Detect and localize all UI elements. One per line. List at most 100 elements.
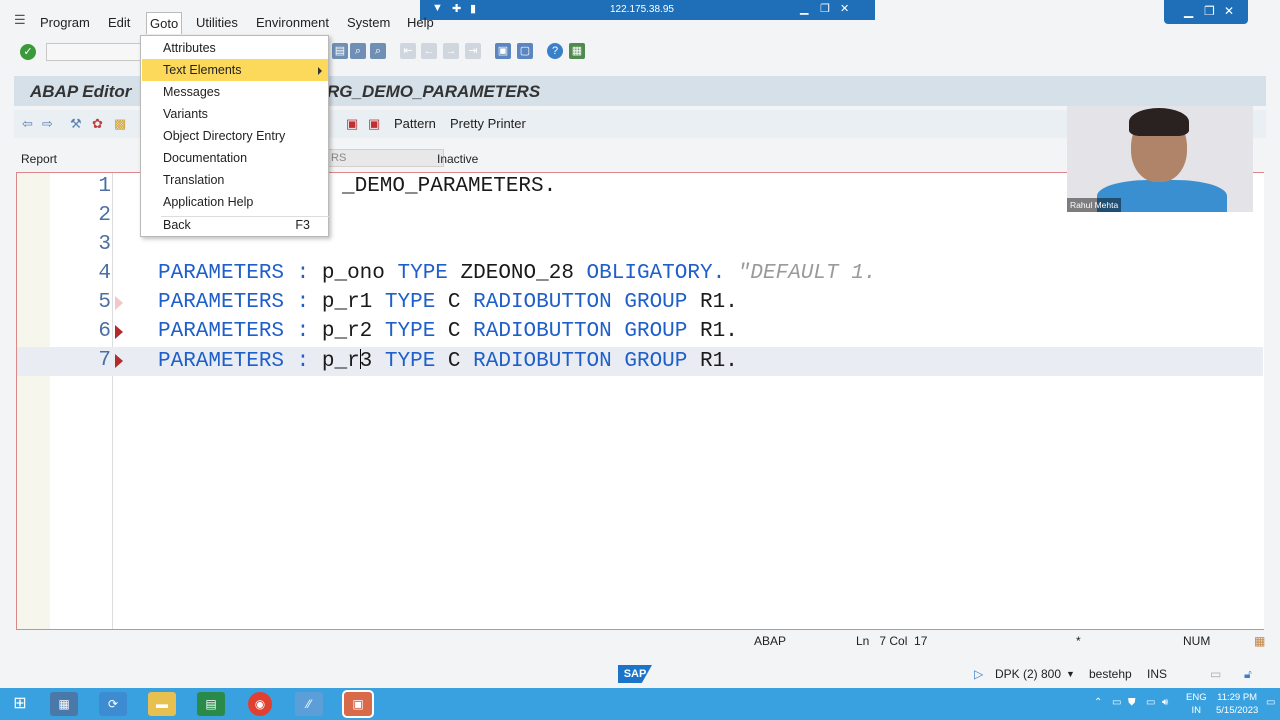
- code-editor[interactable]: 1 _DEMO_PARAMETERS. 2 3 4 PARAMETERS : p…: [16, 172, 1264, 630]
- menu-item-object-directory-entry[interactable]: Object Directory Entry: [142, 125, 328, 147]
- security-icon[interactable]: ⛊: [1128, 697, 1136, 708]
- menu-item-application-help[interactable]: Application Help: [142, 191, 328, 213]
- submenu-arrow-icon: [318, 67, 322, 75]
- sap-status-bar: SAP ▷ DPK (2) 800 ▼ bestehp INS ▭ 🔓︎: [0, 660, 1280, 688]
- menu-goto[interactable]: Goto: [146, 12, 183, 34]
- unlock-icon[interactable]: 🔓︎: [1244, 667, 1252, 682]
- code-line[interactable]: 4 PARAMETERS : p_ono TYPE ZDEONO_28 OBLI…: [17, 260, 1263, 289]
- menu-edit[interactable]: Edit: [105, 15, 133, 30]
- file-explorer-icon[interactable]: ▬: [148, 692, 176, 716]
- help-icon[interactable]: ?: [547, 43, 563, 59]
- report-label: Report: [21, 152, 58, 166]
- resize-grip-icon[interactable]: ▦: [1254, 634, 1265, 648]
- tools-icon[interactable]: ⚒: [70, 116, 82, 132]
- menu-item-messages[interactable]: Messages: [142, 81, 328, 103]
- group-name: R1.: [700, 350, 738, 373]
- sap-gui-icon[interactable]: ⁄⁄: [295, 692, 323, 716]
- first-page-icon[interactable]: ⇤: [400, 43, 416, 59]
- network-icon[interactable]: ▭: [1112, 697, 1121, 708]
- chevron-up-icon[interactable]: ⌃: [1094, 697, 1102, 708]
- editor-status-line: ABAP Ln 7 Col 17 * NUM ▦: [0, 632, 1280, 652]
- menu-program[interactable]: Program: [37, 15, 93, 30]
- play-icon[interactable]: ▷: [974, 667, 983, 681]
- windows-taskbar: ⊞ ▦ ⟳ ▬ ▤ ◉ ⁄⁄ ▣ ⌃ ▭ ⛊ ▭ 🔊︎ ENG IN 11:29…: [0, 688, 1280, 720]
- page-title: ABAP Editor: [30, 82, 132, 101]
- windows-start-icon[interactable]: ⊞: [6, 692, 34, 716]
- status-value: Inactive: [437, 152, 479, 166]
- delete-icon[interactable]: ▣: [368, 116, 380, 132]
- spreadsheet-icon[interactable]: ▤: [197, 692, 225, 716]
- find-icon[interactable]: ▤: [332, 43, 348, 59]
- menu-item-documentation[interactable]: Documentation: [142, 147, 328, 169]
- last-page-icon[interactable]: ⇥: [465, 43, 481, 59]
- task-view-icon[interactable]: ▦: [50, 692, 78, 716]
- presentation-icon[interactable]: ▣: [342, 690, 374, 718]
- notification-icon[interactable]: ▭: [1266, 697, 1275, 708]
- keyword: TYPE: [384, 291, 436, 314]
- volume-icon[interactable]: 🔊︎: [1162, 697, 1168, 708]
- chrome-icon[interactable]: ◉: [248, 692, 272, 716]
- colon: :: [296, 262, 310, 285]
- colon: :: [296, 320, 310, 343]
- menu-item-attributes[interactable]: Attributes: [142, 37, 328, 59]
- customize-layout-icon[interactable]: ▦: [569, 43, 585, 59]
- display-icon[interactable]: ▭: [1146, 697, 1155, 708]
- menu-system[interactable]: System: [344, 15, 393, 30]
- line-number: 3: [98, 233, 111, 256]
- breakpoint-marker[interactable]: [115, 296, 123, 310]
- lock-icon[interactable]: ▩: [114, 116, 126, 132]
- breakpoint-marker[interactable]: [115, 354, 123, 368]
- webcam-overlay: Rahul Mehta: [1067, 106, 1253, 212]
- keyword: PARAMETERS: [158, 350, 285, 373]
- keyword: RADIOBUTTON: [473, 291, 612, 314]
- program-name-field: RS: [324, 149, 444, 167]
- cursor-position: Ln 7 Col 17: [856, 634, 928, 648]
- menu-help[interactable]: Help: [404, 15, 437, 30]
- objects-icon[interactable]: ✿: [92, 116, 103, 132]
- pattern-button[interactable]: Pattern: [394, 116, 436, 131]
- clock[interactable]: 11:29 PM 5/15/2023: [1216, 691, 1258, 717]
- keyword: TYPE: [384, 320, 436, 343]
- find-next-icon[interactable]: ⌕: [370, 43, 386, 59]
- code-line[interactable]: 5 PARAMETERS : p_r1 TYPE C RADIOBUTTON G…: [17, 289, 1263, 318]
- menu-utilities[interactable]: Utilities: [193, 15, 241, 30]
- chevron-down-icon[interactable]: ▼: [1066, 669, 1075, 679]
- keyword: GROUP: [624, 320, 688, 343]
- parameter-name: p_r: [321, 350, 360, 373]
- line-number: 2: [98, 204, 111, 227]
- code-line-current[interactable]: 7 PARAMETERS : p_r3 TYPE C RADIOBUTTON G…: [17, 347, 1263, 376]
- pattern-icon[interactable]: ▣: [346, 116, 358, 132]
- check-icon[interactable]: ✓: [20, 44, 36, 60]
- layout-icon[interactable]: ▭: [1210, 667, 1221, 681]
- menu-bar: ☰ Program Edit Goto Utilities Environmen…: [0, 10, 1280, 36]
- shortcut-icon[interactable]: ▢: [517, 43, 533, 59]
- presenter-name: Rahul Mehta: [1067, 198, 1122, 212]
- next-page-icon[interactable]: →: [443, 43, 459, 59]
- line-number: 4: [98, 262, 111, 285]
- menu-environment[interactable]: Environment: [253, 15, 332, 30]
- sap-logon-icon[interactable]: ⟳: [99, 692, 127, 716]
- menu-item-back[interactable]: Back F3: [142, 214, 328, 236]
- command-field[interactable]: [46, 43, 146, 61]
- new-session-icon[interactable]: ▣: [495, 43, 511, 59]
- sap-logo: SAP: [618, 665, 652, 683]
- keyword: PARAMETERS: [158, 262, 285, 285]
- keyword: GROUP: [624, 291, 688, 314]
- type-name: C: [447, 291, 461, 314]
- menu-item-variants[interactable]: Variants: [142, 103, 328, 125]
- forward-arrow-icon[interactable]: ⇨: [42, 116, 53, 132]
- parameter-name: p_r2: [321, 320, 373, 343]
- sap-menu-icon[interactable]: ☰: [14, 12, 26, 28]
- menu-item-text-elements[interactable]: Text Elements: [142, 59, 328, 81]
- code-line[interactable]: 6 PARAMETERS : p_r2 TYPE C RADIOBUTTON G…: [17, 318, 1263, 347]
- back-arrow-icon[interactable]: ⇦: [22, 116, 33, 132]
- pretty-printer-button[interactable]: Pretty Printer: [450, 116, 526, 131]
- line-number: 7: [98, 349, 111, 372]
- previous-page-icon[interactable]: ←: [421, 43, 437, 59]
- breakpoint-marker[interactable]: [115, 325, 123, 339]
- binoculars-icon[interactable]: ⌕: [350, 43, 366, 59]
- keyword: TYPE: [397, 262, 448, 285]
- language-indicator[interactable]: ENG IN: [1186, 691, 1207, 717]
- menu-item-translation[interactable]: Translation: [142, 169, 328, 191]
- type-name: ZDEONO_28: [460, 262, 574, 285]
